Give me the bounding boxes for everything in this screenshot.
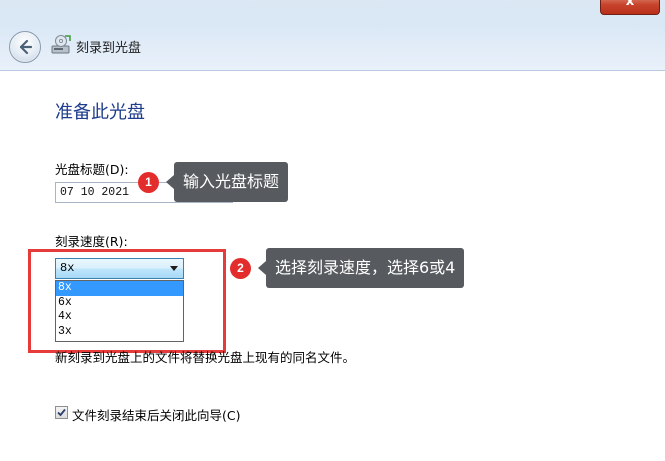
close-wizard-checkbox[interactable]: [55, 406, 68, 419]
close-button[interactable]: x: [600, 0, 660, 15]
checkmark-icon: [57, 408, 66, 417]
page-heading: 准备此光盘: [55, 102, 145, 123]
step-badge-2: 2: [230, 258, 251, 279]
callout-disc-title: 输入光盘标题: [165, 162, 289, 202]
title-bar-glass: [0, 0, 665, 30]
burn-speed-label: 刻录速度(R):: [55, 234, 128, 249]
title-bar: x 刻录到光盘: [0, 0, 665, 71]
disc-title-label: 光盘标题(D):: [55, 162, 129, 177]
window-title: 刻录到光盘: [76, 41, 142, 56]
close-icon: x: [625, 0, 635, 9]
back-button[interactable]: [9, 31, 41, 63]
back-arrow-icon: [19, 39, 33, 55]
step-badge-1: 1: [138, 172, 159, 193]
overwrite-note: 新刻录到光盘上的文件将替换光盘上现有的同名文件。: [55, 350, 356, 365]
callout-burn-speed: 选择刻录速度，选择6或4: [257, 248, 465, 288]
speed-highlight-box: [28, 249, 226, 353]
disc-burner-icon: [51, 35, 71, 54]
close-wizard-label[interactable]: 文件刻录结束后关闭此向导(C): [72, 405, 240, 424]
